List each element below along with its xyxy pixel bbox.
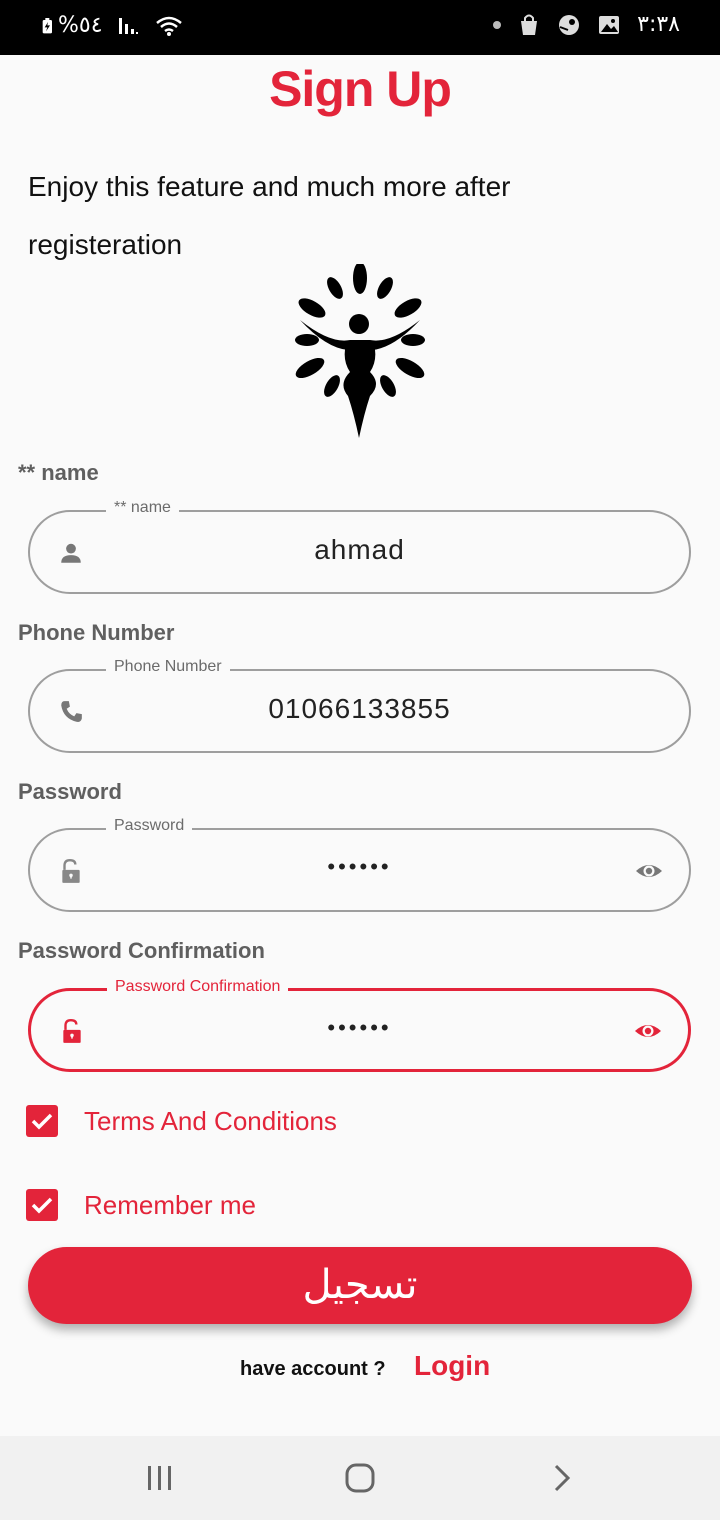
register-button[interactable]: تسجيل [28,1247,692,1324]
page-title: Sign Up [269,61,452,117]
wifi-icon [155,16,182,36]
intro-text: Enjoy this feature and much more after r… [28,171,511,260]
remember-row[interactable]: Remember me [26,1189,256,1221]
password-confirmation-label: Password Confirmation [18,938,265,963]
password-confirmation-input[interactable]: •••••• [111,1015,608,1041]
home-icon[interactable] [342,1462,378,1494]
phone-input[interactable]: 01066133855 [110,693,609,725]
notification-dot-icon [493,20,502,29]
have-account-text: have account ? [240,1358,386,1380]
check-icon [31,1197,53,1214]
check-icon [31,1113,53,1130]
password-confirmation-field[interactable]: Password Confirmation •••••• [28,978,691,1072]
terms-row[interactable]: Terms And Conditions [26,1105,337,1137]
terms-label[interactable]: Terms And Conditions [84,1106,337,1137]
steam-icon [559,14,580,35]
navigation-bar [0,1436,720,1520]
signal-icon [118,17,138,34]
battery-charging-icon [42,17,52,33]
shopping-bag-icon [521,14,538,35]
show-password-confirmation-eye-icon[interactable] [634,1019,662,1043]
name-field[interactable]: ** name ahmad [28,499,691,594]
terms-checkbox[interactable] [26,1105,58,1137]
battery-percent: %٥٤ [58,13,103,38]
phone-icon [61,701,82,722]
login-link[interactable]: Login [414,1350,490,1382]
person-icon [61,543,81,563]
password-legend: Password [106,817,193,835]
name-input[interactable]: ahmad [110,534,609,566]
phone-label: Phone Number [18,620,175,645]
recent-apps-icon[interactable] [142,1462,178,1494]
back-chevron-icon[interactable] [544,1462,580,1494]
clock: ٣:٣٨ [637,12,680,37]
tree-of-life-logo [295,264,425,438]
remember-checkbox[interactable] [26,1189,58,1221]
password-confirmation-legend: Password Confirmation [107,978,289,996]
status-bar: %٥٤ ٣:٣٨ [0,0,720,55]
lock-open-icon [62,858,80,883]
password-field[interactable]: Password •••••• [28,817,691,912]
password-input[interactable]: •••••• [110,854,609,880]
show-password-eye-icon[interactable] [635,859,663,883]
password-label: Password [18,779,122,804]
lock-open-icon [63,1018,81,1043]
image-icon [599,15,620,34]
name-label: ** name [18,460,99,485]
phone-field[interactable]: Phone Number 01066133855 [28,658,691,753]
name-legend: ** name [106,499,179,517]
status-left: %٥٤ [40,13,183,38]
status-right: ٣:٣٨ [493,12,680,37]
phone-legend: Phone Number [106,658,230,676]
remember-label[interactable]: Remember me [84,1190,256,1221]
battery-indicator: %٥٤ [40,13,103,38]
